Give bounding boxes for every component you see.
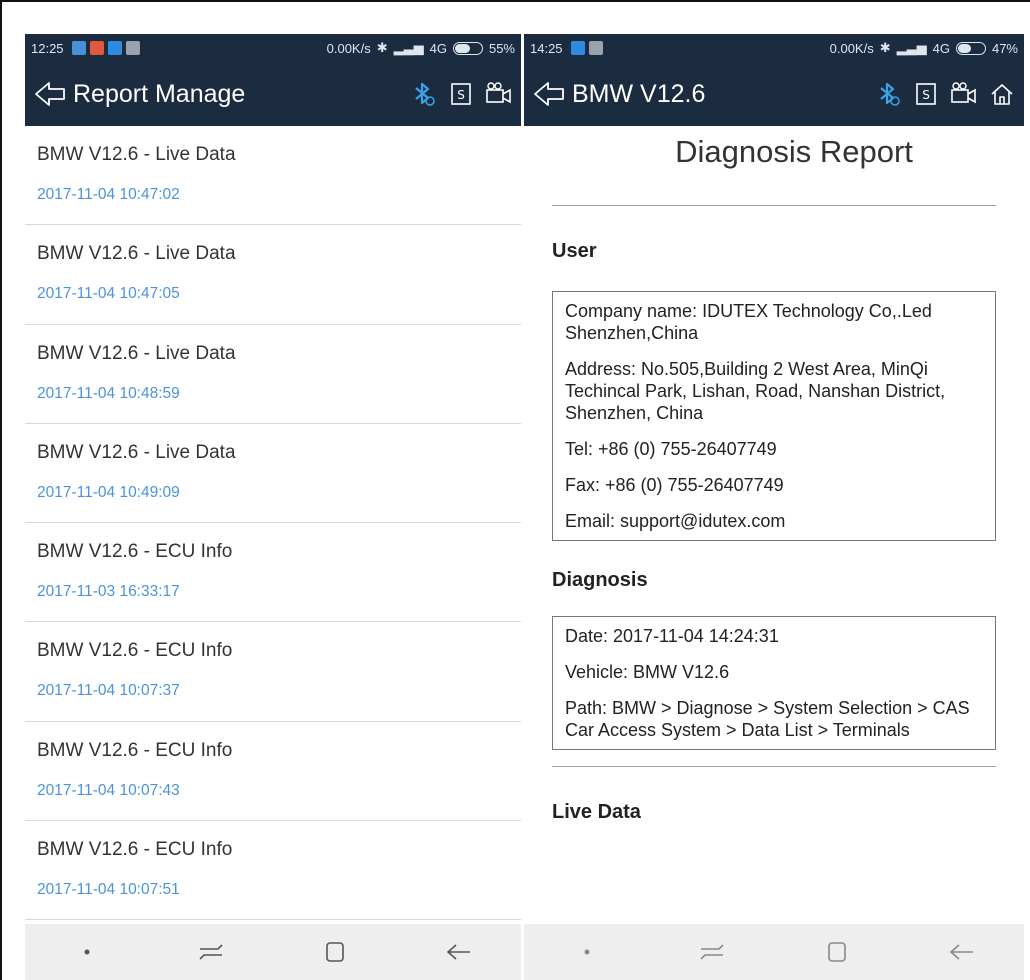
bluetooth-icon[interactable]: [874, 80, 902, 108]
report-date: 2017-11-04 10:07:37: [37, 682, 180, 700]
status-time: 12:25: [31, 40, 64, 56]
image-notification-icon: [588, 41, 603, 55]
status-bar: 12:25 0.00K/s ✱ ▂▃▅ 4G 55%: [25, 34, 521, 62]
address: Address: No.505,Building 2 West Area, Mi…: [565, 359, 946, 423]
divider: [552, 205, 996, 206]
image-notification-icon: [125, 41, 140, 55]
system-nav-bar: [25, 924, 521, 980]
battery-percent: 47%: [991, 40, 1018, 56]
home-nav-icon[interactable]: [320, 937, 350, 967]
page-title: Report Manage: [73, 79, 246, 108]
phone-diagnosis-report: 14:25 0.00K/s ✱ ▂▃▅ 4G 47% BMW V12.6 S D…: [524, 34, 1024, 980]
report-title: Diagnosis Report: [675, 134, 913, 169]
bluetooth-status-icon: ✱: [879, 40, 891, 55]
diagnosis-heading: Diagnosis: [552, 569, 648, 591]
app-header: Report Manage S: [25, 62, 521, 126]
report-date: 2017-11-04 10:07:51: [37, 881, 180, 899]
screenshot-icon[interactable]: S: [447, 80, 475, 108]
report-name: BMW V12.6 - Live Data: [37, 243, 236, 265]
status-time: 14:25: [530, 40, 563, 56]
svg-text:S: S: [922, 88, 930, 102]
fax: Fax: +86 (0) 755-26407749: [565, 475, 784, 495]
company-name: Company name: IDUTEX Technology Co,.Led …: [565, 301, 932, 343]
report-name: BMW V12.6 - ECU Info: [37, 640, 233, 662]
report-list: BMW V12.6 - Live Data 2017-11-04 10:47:02…: [25, 126, 521, 921]
back-nav-icon[interactable]: [444, 937, 474, 967]
diagnosis-info-box: Date: 2017-11-04 14:24:31 Vehicle: BMW V…: [552, 616, 996, 750]
report-date: 2017-11-04 10:48:59: [37, 384, 180, 402]
upload-notification-icon: [107, 41, 122, 55]
svg-text:S: S: [457, 88, 465, 102]
report-name: BMW V12.6 - Live Data: [37, 342, 236, 364]
diagnosis-path: Path: BMW > Diagnose > System Selection …: [565, 698, 970, 740]
upload-notification-icon: [570, 41, 585, 55]
report-date: 2017-11-03 16:33:17: [37, 583, 180, 601]
report-date: 2017-11-04 10:49:09: [37, 483, 180, 501]
battery-icon: [955, 41, 986, 55]
report-name: BMW V12.6 - Live Data: [37, 144, 236, 165]
net-speed: 0.00K/s: [829, 40, 874, 56]
frame-left-border: [0, 0, 2, 980]
status-bar: 14:25 0.00K/s ✱ ▂▃▅ 4G 47%: [524, 34, 1024, 62]
user-info-box: Company name: IDUTEX Technology Co,.Led …: [552, 291, 996, 541]
bluetooth-status-icon: ✱: [376, 40, 388, 55]
report-list-item[interactable]: BMW V12.6 - ECU Info 2017-11-04 10:07:43: [25, 722, 521, 822]
report-date: 2017-11-04 10:47:02: [37, 186, 180, 203]
vehicle: Vehicle: BMW V12.6: [565, 662, 730, 682]
battery-icon: [452, 41, 483, 55]
signal-icon: ▂▃▅: [896, 40, 927, 55]
dot-nav-icon[interactable]: [572, 937, 602, 967]
location-notification-icon: [89, 41, 104, 55]
diagnosis-report: Diagnosis Report User Company name: IDUT…: [524, 126, 1024, 924]
back-icon[interactable]: [532, 79, 566, 109]
network-type: 4G: [932, 40, 950, 56]
email: Email: support@idutex.com: [565, 511, 786, 531]
page-title: BMW V12.6: [572, 79, 706, 108]
report-list-item[interactable]: BMW V12.6 - Live Data 2017-11-04 10:47:02: [25, 126, 521, 226]
report-list-item[interactable]: BMW V12.6 - ECU Info 2017-11-04 10:07:51: [25, 821, 521, 921]
bluetooth-icon[interactable]: [409, 80, 437, 108]
report-date: 2017-11-04 10:47:05: [37, 285, 180, 303]
diagnosis-date: Date: 2017-11-04 14:24:31: [565, 626, 779, 646]
live-data-heading: Live Data: [552, 801, 641, 823]
screenshot-icon[interactable]: S: [912, 80, 940, 108]
video-record-icon[interactable]: [950, 80, 978, 108]
report-list-item[interactable]: BMW V12.6 - Live Data 2017-11-04 10:47:05: [25, 225, 521, 325]
report-date: 2017-11-04 10:07:43: [37, 781, 180, 799]
home-icon[interactable]: [988, 80, 1016, 108]
report-name: BMW V12.6 - ECU Info: [37, 541, 233, 563]
back-nav-icon[interactable]: [947, 937, 977, 967]
frame-top-border: [0, 0, 1030, 2]
battery-percent: 55%: [488, 40, 515, 56]
report-name: BMW V12.6 - Live Data: [37, 441, 236, 463]
recents-nav-icon[interactable]: [196, 937, 226, 967]
app-header: BMW V12.6 S: [524, 62, 1024, 126]
system-nav-bar: [524, 924, 1024, 980]
report-name: BMW V12.6 - ECU Info: [37, 839, 233, 861]
phone-report-manage: 12:25 0.00K/s ✱ ▂▃▅ 4G 55% Report Manage…: [25, 34, 521, 980]
report-list-item[interactable]: BMW V12.6 - ECU Info 2017-11-04 10:07:37: [25, 622, 521, 722]
home-nav-icon[interactable]: [822, 937, 852, 967]
signal-icon: ▂▃▅: [393, 40, 424, 55]
divider: [552, 766, 996, 767]
network-type: 4G: [429, 40, 447, 56]
report-list-item[interactable]: BMW V12.6 - Live Data 2017-11-04 10:48:59: [25, 325, 521, 424]
report-list-item[interactable]: BMW V12.6 - ECU Info 2017-11-03 16:33:17: [25, 523, 521, 623]
telephone: Tel: +86 (0) 755-26407749: [565, 439, 777, 459]
recents-nav-icon[interactable]: [697, 937, 727, 967]
back-icon[interactable]: [33, 79, 67, 109]
maps-notification-icon: [71, 41, 86, 55]
dot-nav-icon[interactable]: [72, 937, 102, 967]
user-heading: User: [552, 240, 597, 262]
report-name: BMW V12.6 - ECU Info: [37, 739, 233, 761]
net-speed: 0.00K/s: [326, 40, 371, 56]
video-record-icon[interactable]: [485, 80, 513, 108]
report-list-item[interactable]: BMW V12.6 - Live Data 2017-11-04 10:49:09: [25, 424, 521, 524]
